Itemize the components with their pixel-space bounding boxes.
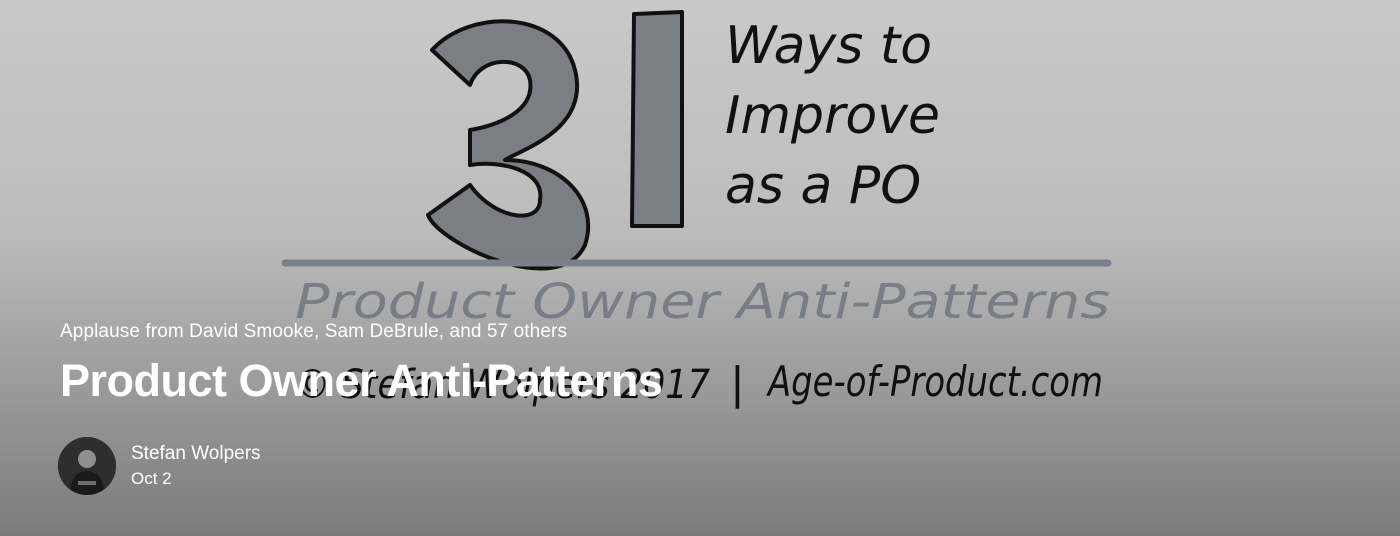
author-row: Stefan Wolpers Oct 2 — [58, 437, 261, 495]
big-three-glyph — [426, 19, 591, 271]
post-hero-card[interactable]: Ways to Improve as a PO Product Owner An… — [0, 0, 1400, 536]
big-one-glyph — [630, 10, 684, 228]
author-name-link[interactable]: Stefan Wolpers — [131, 441, 261, 467]
post-title-link[interactable]: Product Owner Anti-Patterns — [60, 352, 960, 410]
applause-text: Applause from David Smooke, Sam DeBrule,… — [60, 321, 568, 342]
author-avatar[interactable] — [58, 437, 116, 495]
author-meta: Stefan Wolpers Oct 2 — [131, 441, 261, 491]
side-line-2: Improve — [725, 86, 940, 146]
side-line-1: Ways to — [725, 16, 932, 76]
author-avatar-icon — [58, 437, 116, 495]
side-text-group: Ways to Improve as a PO — [725, 16, 940, 216]
post-text-block: Applause from David Smooke, Sam DeBrule,… — [60, 318, 960, 410]
side-line-3: as a PO — [725, 156, 921, 216]
post-date: Oct 2 — [131, 469, 172, 488]
